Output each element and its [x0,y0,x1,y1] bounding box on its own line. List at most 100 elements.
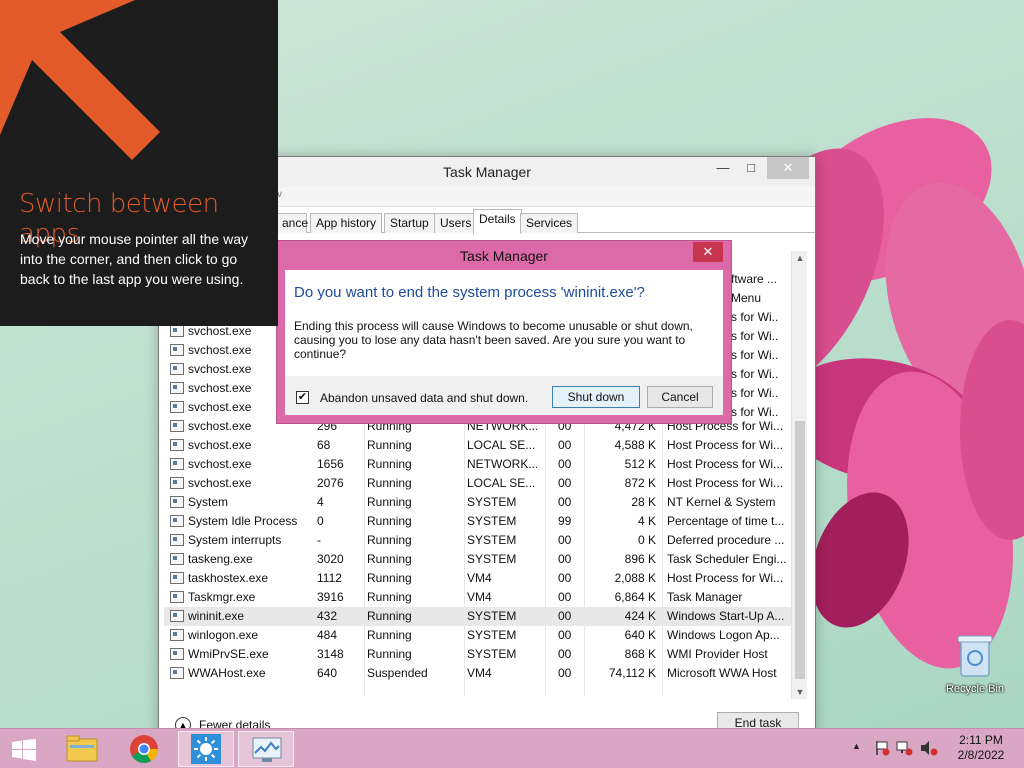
process-description: Windows Logon Ap... [667,628,780,642]
process-name: Taskmgr.exe [188,590,256,604]
process-status: Running [367,438,412,452]
taskbar-clock[interactable]: 2:11 PM 2/8/2022 [946,733,1016,763]
process-user: VM4 [467,590,492,604]
process-user: VM4 [467,571,492,585]
abandon-data-checkbox[interactable]: ✔ [296,391,309,404]
taskbar-file-explorer[interactable] [54,731,110,767]
process-icon [170,420,184,432]
volume-muted-icon[interactable] [920,740,938,756]
process-pid: 484 [317,628,338,642]
process-name: taskeng.exe [188,552,253,566]
process-cpu: 00 [558,438,572,452]
process-icon [170,667,184,679]
process-memory: 4 K [637,514,656,528]
process-memory: 28 K [631,495,656,509]
process-memory: 424 K [624,609,656,623]
table-row[interactable]: svchost.exe 2076 Running LOCAL SE... 00 872 K… [164,474,792,493]
process-status: Running [367,552,412,566]
table-row[interactable]: System 4 Running SYSTEM 00 28 K NT Kernel & Sy… [164,493,792,512]
network-icon[interactable] [896,740,914,756]
shut-down-button[interactable]: Shut down [552,386,640,408]
process-user: SYSTEM [467,628,517,642]
table-row[interactable]: wininit.exe 432 Running SYSTEM 00 424 K Window… [164,607,792,626]
taskbar-task-manager[interactable] [238,731,294,767]
process-description: Windows Start-Up A... [667,609,785,623]
process-description: Host Process for Wi... [667,457,784,471]
process-memory: 0 K [637,533,656,547]
table-row[interactable]: taskeng.exe 3020 Running SYSTEM 00 896 K Task … [164,550,792,569]
process-pid: 3916 [317,590,344,604]
maximize-icon[interactable]: □ [737,157,765,179]
process-cpu: 00 [558,533,572,547]
process-status: Running [367,514,412,528]
process-memory: 512 K [624,457,656,471]
chrome-icon [130,735,158,763]
tab-startup[interactable]: Startup [384,213,435,233]
process-user: NETWORK... [467,457,537,471]
dialog-close-icon[interactable]: ✕ [693,242,723,262]
close-icon[interactable]: ✕ [767,157,809,179]
process-cpu: 00 [558,457,572,471]
process-status: Running [367,647,412,661]
process-icon [170,401,184,413]
windows-start-icon[interactable] [12,739,36,761]
process-user: SYSTEM [467,647,517,661]
taskbar-weather-app[interactable] [178,731,234,767]
cancel-button[interactable]: Cancel [647,386,713,408]
tab-details[interactable]: Details [473,209,522,234]
tip-text: Move your mouse pointer all the way into… [20,231,248,287]
scroll-thumb[interactable] [795,421,805,679]
process-user: VM4 [467,666,492,680]
process-user: LOCAL SE... [467,438,536,452]
folder-icon [66,735,98,762]
table-row[interactable]: svchost.exe 68 Running LOCAL SE... 00 4,588 K… [164,436,792,455]
process-pid: - [317,533,321,547]
process-cpu: 99 [558,514,572,528]
tab-services[interactable]: Services [520,213,579,233]
tab-performance[interactable]: ance [277,213,308,233]
tab-users[interactable]: Users [434,213,478,233]
process-pid: 432 [317,609,338,623]
process-name: taskhostex.exe [188,571,269,585]
process-pid: 68 [317,438,331,452]
vertical-scrollbar[interactable]: ▲ ▼ [791,251,807,699]
process-user: LOCAL SE... [467,476,536,490]
process-cpu: 00 [558,590,572,604]
process-icon [170,553,184,565]
table-row[interactable]: taskhostex.exe 1112 Running VM4 00 2,088 K Hos… [164,569,792,588]
process-user: SYSTEM [467,514,517,528]
table-row[interactable]: System interrupts - Running SYSTEM 00 0 K Defe… [164,531,792,550]
clock-date: 2/8/2022 [957,748,1005,762]
process-memory: 74,112 K [608,666,656,680]
process-cpu: 00 [558,571,572,585]
process-pid: 1656 [317,457,344,471]
end-process-dialog: Task Manager ✕ Do you want to end the sy… [276,240,732,424]
action-center-flag-icon[interactable] [874,740,890,756]
abandon-data-label[interactable]: Abandon unsaved data and shut down. [320,391,528,405]
process-icon [170,496,184,508]
process-icon [170,572,184,584]
scroll-down-icon[interactable]: ▼ [792,685,808,699]
table-row[interactable]: System Idle Process 0 Running SYSTEM 99 4 K Pe… [164,512,792,531]
table-row[interactable]: winlogon.exe 484 Running SYSTEM 00 640 K Windo… [164,626,792,645]
table-row[interactable]: WWAHost.exe 640 Suspended VM4 00 74,112 K Micr… [164,664,792,683]
sun-icon [191,734,221,764]
process-name: System interrupts [188,533,282,547]
process-icon [170,591,184,603]
taskbar-chrome[interactable] [116,731,172,767]
dialog-footer: ✔ Abandon unsaved data and shut down. Sh… [285,376,723,415]
table-row[interactable]: Taskmgr.exe 3916 Running VM4 00 6,864 K Task M… [164,588,792,607]
table-row[interactable]: WmiPrvSE.exe 3148 Running SYSTEM 00 868 K WMI … [164,645,792,664]
process-cpu: 00 [558,476,572,490]
scroll-up-icon[interactable]: ▲ [792,251,808,265]
tab-app-history[interactable]: App history [310,213,383,233]
show-hidden-icons-icon[interactable]: ▲ [852,741,861,751]
taskbar: ▲ 2:11 PM 2/8/2022 [0,728,1024,768]
process-icon [170,344,184,356]
process-pid: 3148 [317,647,344,661]
minimize-icon[interactable]: — [709,157,737,179]
recycle-bin[interactable]: Recycle Bin [940,632,1010,702]
process-pid: 2076 [317,476,344,490]
process-icon [170,648,184,660]
table-row[interactable]: svchost.exe 1656 Running NETWORK... 00 512 K H… [164,455,792,474]
